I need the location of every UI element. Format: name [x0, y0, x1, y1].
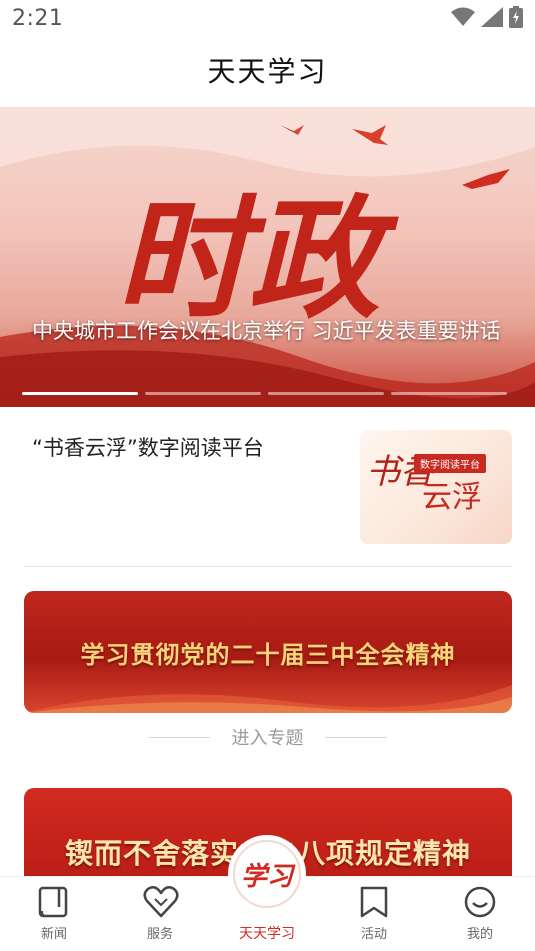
status-time: 2:21: [12, 6, 64, 31]
feature-title: “书香云浮”数字阅读平台: [32, 436, 264, 460]
enter-topic-link[interactable]: 进入专题: [0, 722, 535, 752]
banner-title: 学习贯彻党的二十届三中全会精神: [80, 640, 456, 669]
banner-wave-decoration: [24, 685, 512, 713]
enter-topic-label: 进入专题: [231, 728, 304, 749]
tab-label: 新闻: [40, 927, 67, 942]
feature-article-card[interactable]: “书香云浮”数字阅读平台 书香 数字阅读平台 云浮: [24, 428, 512, 550]
battery-icon: [509, 6, 523, 28]
carousel-artwork: 时政: [0, 107, 535, 407]
tab-news[interactable]: 新闻: [14, 877, 94, 951]
status-icons: [451, 6, 523, 28]
news-carousel[interactable]: 时政 中央城市工作会议在北京举行 习近平发表重要讲话: [0, 107, 535, 407]
carousel-dot-4[interactable]: [391, 392, 507, 395]
heart-icon: [143, 885, 179, 918]
study-emblem-text: 学习: [233, 840, 301, 908]
status-bar: 2:21: [0, 0, 535, 38]
thumbnail-label: 数字阅读平台: [414, 454, 486, 473]
content-divider: [24, 566, 512, 567]
feature-thumbnail: 书香 数字阅读平台 云浮: [360, 430, 512, 544]
carousel-dot-3[interactable]: [268, 392, 384, 395]
carousel-caption: 中央城市工作会议在北京举行 习近平发表重要讲话: [32, 319, 501, 343]
carousel-dot-1[interactable]: [22, 392, 138, 395]
tab-label: 我的: [466, 927, 493, 942]
tab-label: 活动: [360, 927, 387, 942]
page-title: 天天学习: [207, 55, 328, 88]
app-header: 天天学习: [0, 38, 535, 106]
tab-services[interactable]: 服务: [120, 877, 200, 951]
smile-icon: [464, 886, 496, 918]
study-emblem-icon[interactable]: 学习: [228, 835, 306, 913]
topic-banner-third-plenum[interactable]: 学习贯彻党的二十届三中全会精神: [24, 591, 512, 713]
tab-activities[interactable]: 活动: [334, 877, 414, 951]
bookmark-icon: [360, 886, 388, 918]
carousel-indicator: [22, 392, 507, 395]
tab-profile[interactable]: 我的: [440, 877, 520, 951]
tab-label: 服务: [146, 927, 173, 942]
thumbnail-main-text: 云浮: [422, 480, 482, 515]
carousel-dot-2[interactable]: [145, 392, 261, 395]
signal-icon: [481, 7, 503, 27]
news-icon: [38, 886, 68, 918]
wifi-icon: [451, 7, 475, 26]
divider-line-right: [325, 737, 387, 738]
tab-label: 天天学习: [239, 926, 295, 942]
